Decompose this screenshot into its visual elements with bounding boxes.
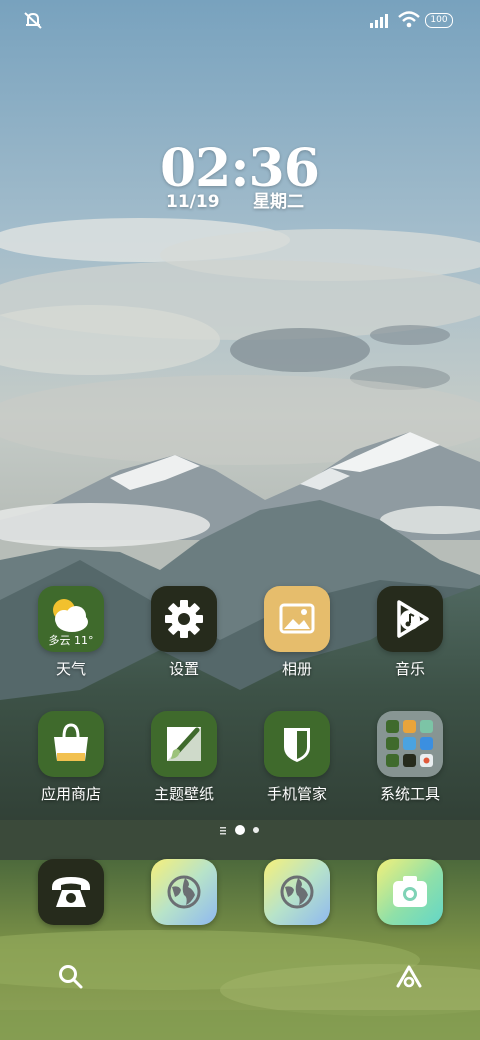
page-dot-active <box>235 825 245 835</box>
music-play-icon <box>377 586 443 652</box>
wifi-icon <box>398 11 420 28</box>
assistant-icon[interactable] <box>394 962 424 992</box>
camera-icon <box>393 876 427 907</box>
app-weather[interactable]: 多云 11° 天气 <box>16 586 126 679</box>
page-indicator[interactable] <box>218 822 268 838</box>
dock-camera[interactable] <box>377 859 443 925</box>
app-gallery[interactable]: 相册 <box>242 586 352 679</box>
shield-icon <box>264 711 330 777</box>
cellular-signal-icon <box>370 14 388 28</box>
status-bar: 100 <box>0 0 480 40</box>
app-store[interactable]: 应用商店 <box>16 711 126 804</box>
folder-grid-icon <box>377 711 443 777</box>
app-label: 主题壁纸 <box>153 785 214 803</box>
app-label: 手机管家 <box>266 785 327 803</box>
browser-globe-icon <box>280 875 314 909</box>
clock-time: 02:36 <box>160 138 320 199</box>
dock-phone[interactable] <box>38 859 104 925</box>
dock-browser-1[interactable] <box>151 859 217 925</box>
app-label: 系统工具 <box>379 785 440 803</box>
folder-system-tools[interactable]: 系统工具 <box>355 711 465 804</box>
clock-widget[interactable]: 02:36 11/19 星期二 <box>160 138 320 213</box>
phone-icon <box>52 877 90 907</box>
app-label: 音乐 <box>394 660 425 678</box>
dock-browser-2[interactable] <box>264 859 330 925</box>
battery-indicator: 100 <box>425 13 453 28</box>
app-music[interactable]: 音乐 <box>355 586 465 679</box>
mute-bell-icon <box>24 12 42 29</box>
weather-icon: 多云 11° <box>38 586 104 652</box>
browser-globe-icon <box>167 875 201 909</box>
page-dot <box>253 827 259 833</box>
app-label: 设置 <box>168 660 199 678</box>
paintbrush-icon <box>151 711 217 777</box>
app-security[interactable]: 手机管家 <box>242 711 352 804</box>
battery-level: 100 <box>430 15 448 25</box>
app-label: 相册 <box>281 660 312 678</box>
clock-weekday: 星期二 <box>253 192 304 212</box>
shopping-bag-icon <box>38 711 104 777</box>
app-settings[interactable]: 设置 <box>129 586 239 679</box>
weather-text: 多云 11° <box>48 634 94 647</box>
gallery-icon <box>264 586 330 652</box>
gear-icon <box>151 586 217 652</box>
minus-one-screen-icon <box>220 827 226 835</box>
clock-date: 11/19 <box>166 192 220 212</box>
search-icon[interactable] <box>56 962 86 992</box>
app-themes[interactable]: 主题壁纸 <box>129 711 239 804</box>
app-label: 应用商店 <box>40 785 101 803</box>
app-label: 天气 <box>55 660 86 678</box>
